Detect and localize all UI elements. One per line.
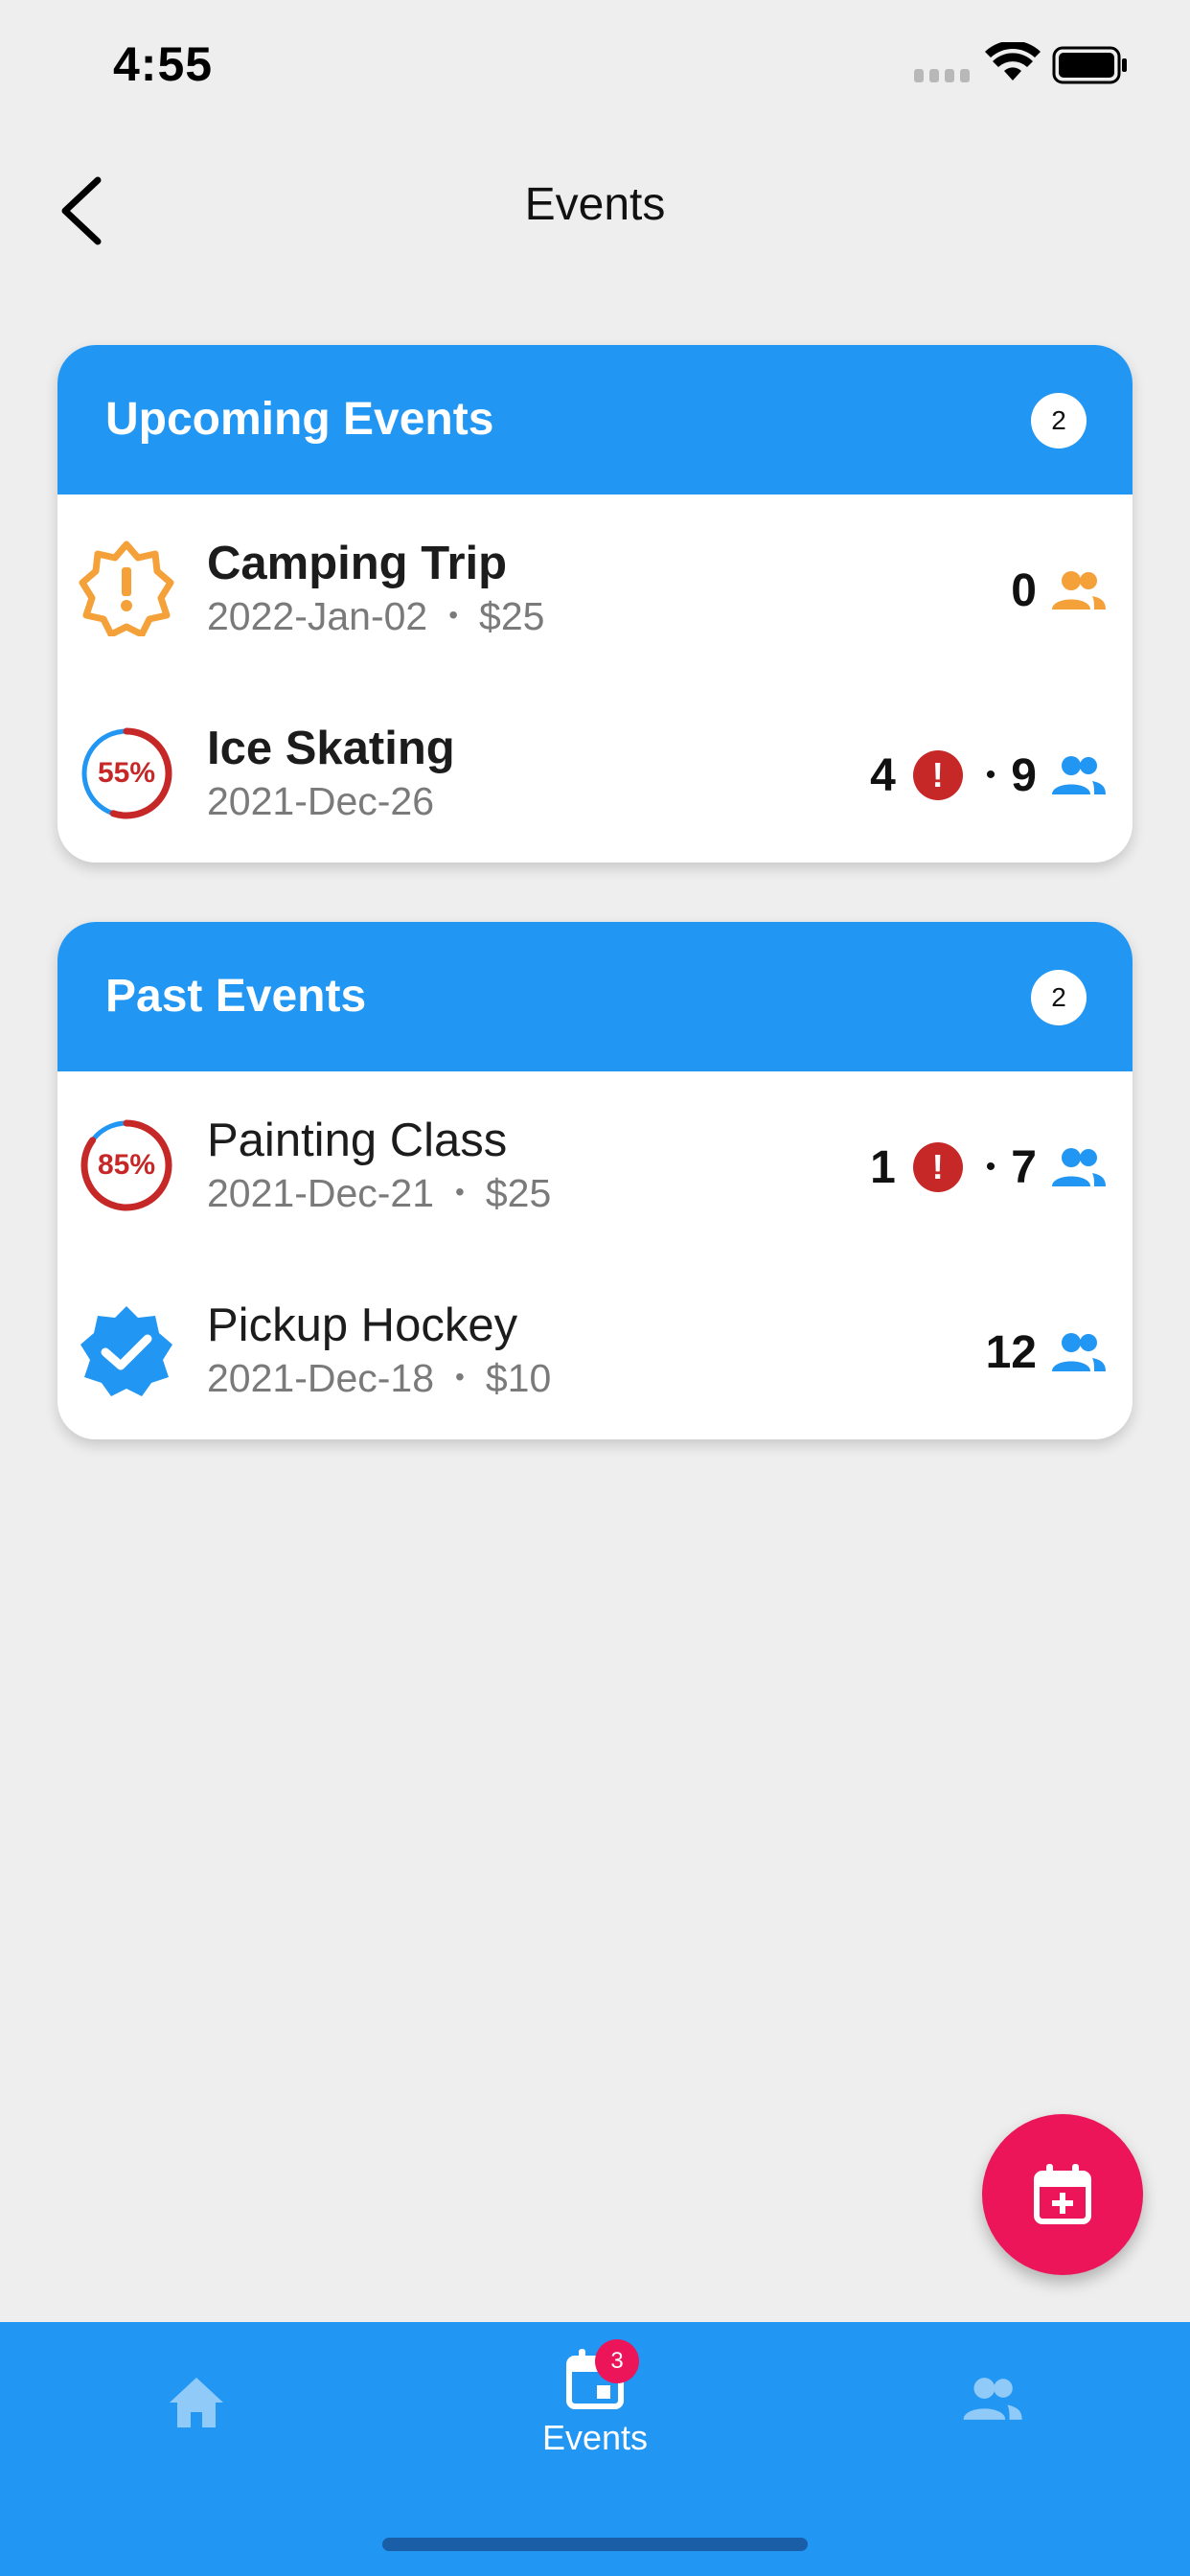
count-badge: 2: [1031, 970, 1087, 1025]
attendee-summary: 1 ! • 7: [870, 1137, 1106, 1198]
progress-ring: 85%: [79, 1117, 174, 1213]
event-row-camping-trip[interactable]: Camping Trip 2022-Jan-02 • $25 0: [57, 494, 1133, 679]
past-events-header: Past Events 2: [57, 922, 1133, 1071]
navigation-bar: Events: [0, 134, 1190, 288]
calendar-add-icon: [1034, 2164, 1091, 2224]
warning-badge-icon: [79, 540, 174, 636]
separator-dot: •: [455, 1177, 465, 1207]
battery-icon: [1052, 46, 1127, 84]
people-icon: [1052, 1148, 1106, 1186]
event-price: $25: [479, 594, 545, 638]
event-details: 2021-Dec-21 • $25: [207, 1171, 551, 1216]
event-details: 2021-Dec-18 • $10: [207, 1356, 551, 1401]
event-name: Pickup Hockey: [207, 1300, 518, 1351]
event-name: Ice Skating: [207, 723, 455, 774]
attendee-summary: 12: [986, 1322, 1106, 1383]
tab-label: Events: [541, 2418, 649, 2457]
event-name: Camping Trip: [207, 538, 508, 589]
upcoming-events-header: Upcoming Events 2: [57, 345, 1133, 494]
progress-label: 85%: [97, 1149, 156, 1181]
event-date: 2021-Dec-18: [207, 1356, 435, 1400]
people-icon: [1052, 756, 1106, 794]
attendee-count: 7: [1011, 1141, 1037, 1193]
event-date: 2021-Dec-26: [207, 779, 435, 823]
alert-icon: !: [912, 1142, 963, 1192]
tab-events[interactable]: 3 Events: [451, 2322, 739, 2514]
progress-label: 55%: [97, 757, 156, 789]
add-event-button[interactable]: [982, 2114, 1143, 2275]
pending-count: 1: [870, 1141, 896, 1193]
home-icon: [170, 2378, 223, 2427]
attendee-count: 12: [985, 1326, 1037, 1378]
event-row-pickup-hockey[interactable]: Pickup Hockey 2021-Dec-18 • $10 12: [57, 1256, 1133, 1439]
attendee-count: 9: [1011, 749, 1037, 801]
event-details: 2022-Jan-02 • $25: [207, 594, 544, 639]
event-name: Painting Class: [207, 1115, 508, 1166]
home-indicator: [382, 2538, 808, 2551]
separator-dot: •: [985, 1151, 996, 1183]
status-time: 4:55: [113, 37, 214, 91]
event-date: 2021-Dec-21: [207, 1171, 435, 1215]
event-details: 2021-Dec-26: [207, 779, 434, 824]
event-row-ice-skating[interactable]: 55% Ice Skating 2021-Dec-26 4 ! • 9: [57, 679, 1133, 862]
people-icon: [1052, 571, 1106, 610]
notification-badge: 3: [595, 2339, 639, 2383]
event-row-painting-class[interactable]: 85% Painting Class 2021-Dec-21 • $25 1 ! •…: [57, 1071, 1133, 1256]
event-price: $10: [485, 1356, 552, 1400]
upcoming-events-card: Upcoming Events 2 Camping Trip 2022-Jan-…: [57, 345, 1133, 862]
attendee-summary: 0: [1011, 560, 1106, 621]
people-icon: [963, 2378, 1022, 2420]
progress-ring: 55%: [79, 725, 174, 821]
past-events-card: Past Events 2 85% Painting Class 2021-De…: [57, 922, 1133, 1439]
tab-home[interactable]: [53, 2322, 340, 2514]
pending-count: 4: [870, 749, 896, 801]
status-bar: 4:55: [0, 0, 1190, 134]
people-icon: [1052, 1333, 1106, 1371]
verified-badge-icon: [80, 1306, 172, 1396]
attendee-count: 0: [1011, 564, 1037, 616]
alert-icon: !: [912, 750, 963, 800]
section-title: Past Events: [105, 971, 367, 1022]
event-price: $25: [485, 1171, 552, 1215]
page-title: Events: [524, 179, 666, 230]
separator-dot: •: [455, 1362, 465, 1392]
count-badge: 2: [1031, 393, 1087, 448]
tab-people[interactable]: [848, 2322, 1135, 2514]
event-date: 2022-Jan-02: [207, 594, 428, 638]
section-title: Upcoming Events: [105, 394, 494, 445]
wifi-icon: [985, 42, 1041, 80]
separator-dot: •: [985, 759, 996, 791]
cellular-signal-icon: [914, 69, 972, 82]
attendee-summary: 4 ! • 9: [870, 745, 1106, 806]
separator-dot: •: [448, 600, 459, 630]
